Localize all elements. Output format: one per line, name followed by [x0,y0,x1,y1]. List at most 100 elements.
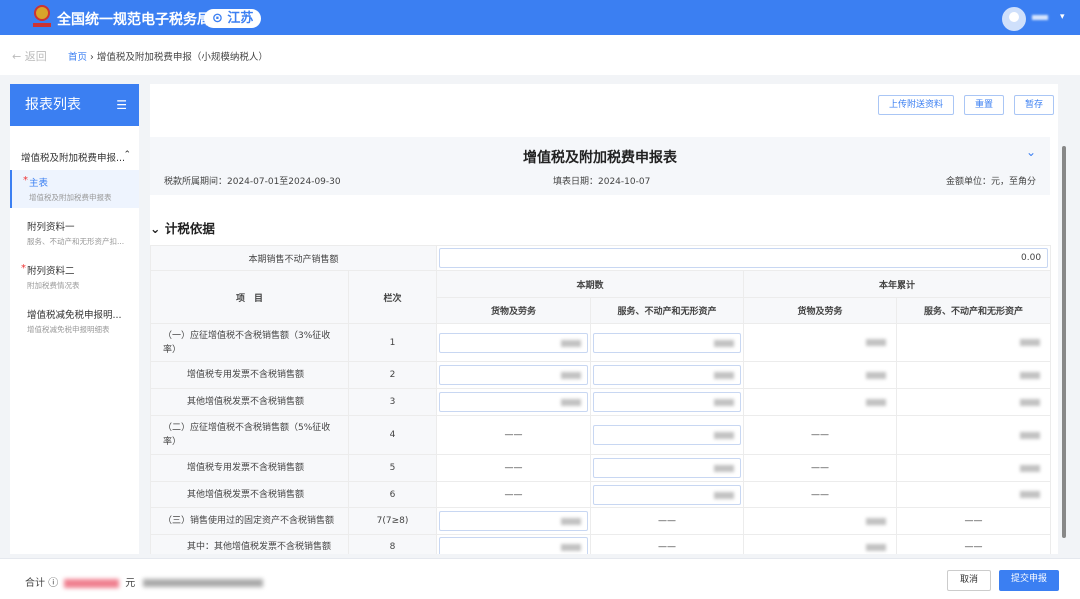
not-applicable-cell: —— [436,481,592,508]
amount-in-words-blurred [143,579,264,587]
blurred-value [714,491,735,499]
row-label: 其中：其他增值税发票不含税销售额 [150,534,349,554]
cancel-button[interactable]: 取消 [947,570,992,591]
submit-button[interactable]: 提交申报 [999,570,1060,591]
header-line: 栏次 [347,270,438,324]
ytd-value-cell [896,361,1052,389]
chevron-down-icon[interactable]: ⌄ [1026,145,1036,159]
breadcrumb: 首页 › 增值税及附加税费申报（小规模纳税人） [68,52,268,63]
row-label: 其他增值税发票不含税销售额 [150,388,349,416]
arrow-left-icon: ← [12,50,25,63]
table-row: 增值税专用发票不含税销售额 5 —— —— [150,454,1052,482]
blurred-value [866,398,887,406]
footer-bar: 合计 ⓘ 元 取消 提交申报 [0,558,1080,599]
sidebar-item-title: 附列资料一 [27,222,75,233]
ytd-value-cell [743,388,898,416]
amount-input[interactable] [593,484,742,505]
table-row: （一）应征增值税不含税销售额（3%征收率） 1 [150,323,1052,362]
sidebar-item-subtitle: 服务、不动产和无形资产扣... [27,237,125,246]
realestate-value: 0.00 [1021,253,1042,263]
sidebar-title: 报表列表 [25,97,81,113]
user-name-blurred[interactable] [1032,15,1048,20]
row-line-number: 3 [347,388,438,416]
not-applicable-cell: —— [743,481,898,508]
row-label: 增值税专用发票不含税销售额 [150,454,349,482]
table-row: （二）应征增值税不含税销售额（5%征收率） 4 —— —— [150,415,1052,455]
sidebar-item[interactable]: 增值税减免税申报明... 增值税减免税申报明细表 [10,302,139,340]
total-amount-blurred [64,578,120,588]
amount-input[interactable] [593,458,742,478]
info-icon[interactable]: ⓘ [48,578,58,589]
user-avatar[interactable] [1002,7,1026,31]
sidebar-item[interactable]: * 附列资料二 附加税费情况表 [10,258,139,296]
blurred-value [1020,398,1041,406]
row-label: （三）销售使用过的固定资产不含税销售额 [150,507,349,535]
chevron-down-icon[interactable]: ▾ [1060,12,1065,22]
blurred-value [866,517,887,525]
amount-unit: 金额单位：元，至角分 [945,177,1036,187]
blurred-value [561,399,582,406]
blurred-value [1020,491,1041,498]
region-selector[interactable]: ⊙ 江苏 [204,9,262,28]
chevron-up-icon: ⌃ [123,150,131,160]
sidebar-item[interactable]: 附列资料一服务、不动产和无形资产扣... [10,214,139,252]
main-panel: 上传附送资料 重置 暂存 增值税及附加税费申报表 ⌄ 税款所属期间：2024-0… [150,84,1058,554]
location-icon: ⊙ [212,11,228,26]
realestate-label: 本期销售不动产销售额 [150,245,438,271]
breadcrumb-bar: ← 返回 首页 › 增值税及附加税费申报（小规模纳税人） [0,35,1080,75]
not-applicable-cell: —— [896,534,1052,554]
total-summary: 合计 ⓘ 元 [25,574,264,589]
tax-period: 税款所属期间：2024-07-01至2024-09-30 [164,177,341,187]
row-line-number: 4 [347,415,438,455]
amount-input[interactable] [593,425,742,445]
amount-input[interactable] [439,511,589,531]
ytd-value-cell [743,534,898,554]
sidebar-item-title: 附列资料二 [27,266,75,277]
not-applicable-cell: —— [436,454,592,482]
amount-input[interactable] [593,332,742,353]
row-label: 其他增值税发票不含税销售额 [150,481,349,508]
header-services-ytd: 服务、不动产和无形资产 [896,297,1052,324]
upload-attachments-button[interactable]: 上传附送资料 [877,95,954,115]
tax-emblem-logo [33,5,51,29]
collapse-menu-icon[interactable]: ☰ [116,84,127,126]
header-ytd: 本年累计 [743,270,1052,298]
table-row: 其他增值税发票不含税销售额 3 [150,388,1052,416]
blurred-value [1020,371,1041,379]
row-line-number: 8 [347,534,438,554]
section-heading[interactable]: ⌄ 计税依据 [150,218,215,237]
back-label: 返回 [24,50,47,63]
sidebar-group[interactable]: 增值税及附加税费申报... ⌃ [10,150,139,164]
blurred-value [714,399,735,406]
form-title: 增值税及附加税费申报表 [523,150,677,166]
amount-input[interactable] [439,332,589,353]
back-button[interactable]: ← 返回 [12,48,47,64]
header-goods-ytd: 货物及劳务 [743,297,898,324]
reset-button[interactable]: 重置 [963,95,1004,115]
ytd-value-cell [896,415,1052,455]
not-applicable-cell: —— [436,415,592,455]
ytd-value-cell [743,361,898,389]
not-applicable-cell: —— [590,534,745,554]
site-title: 全国统一规范电子税务局 [57,12,211,28]
sidebar-item[interactable]: * 主表 增值税及附加税费申报表 [10,170,139,208]
amount-input[interactable] [439,392,589,412]
blurred-value [866,339,887,346]
not-applicable-cell: —— [743,415,898,455]
amount-input[interactable] [593,365,742,385]
ytd-value-cell [743,323,898,362]
breadcrumb-home[interactable]: 首页 [68,52,87,63]
form-header: 增值税及附加税费申报表 ⌄ 税款所属期间：2024-07-01至2024-09-… [150,137,1050,195]
currency-label: 元 [125,578,136,589]
blurred-value [866,543,887,551]
row-label: （二）应征增值税不含税销售额（5%征收率） [150,415,349,455]
scrollbar[interactable] [1061,138,1067,546]
amount-input[interactable] [439,537,589,554]
save-draft-button[interactable]: 暂存 [1013,95,1054,115]
realestate-input[interactable]: 0.00 [439,248,1049,268]
table-row: 其他增值税发票不含税销售额 6 —— —— [150,481,1052,508]
amount-input[interactable] [439,365,589,385]
blurred-value [714,339,735,347]
header-current: 本期数 [436,270,745,298]
amount-input[interactable] [593,392,742,412]
